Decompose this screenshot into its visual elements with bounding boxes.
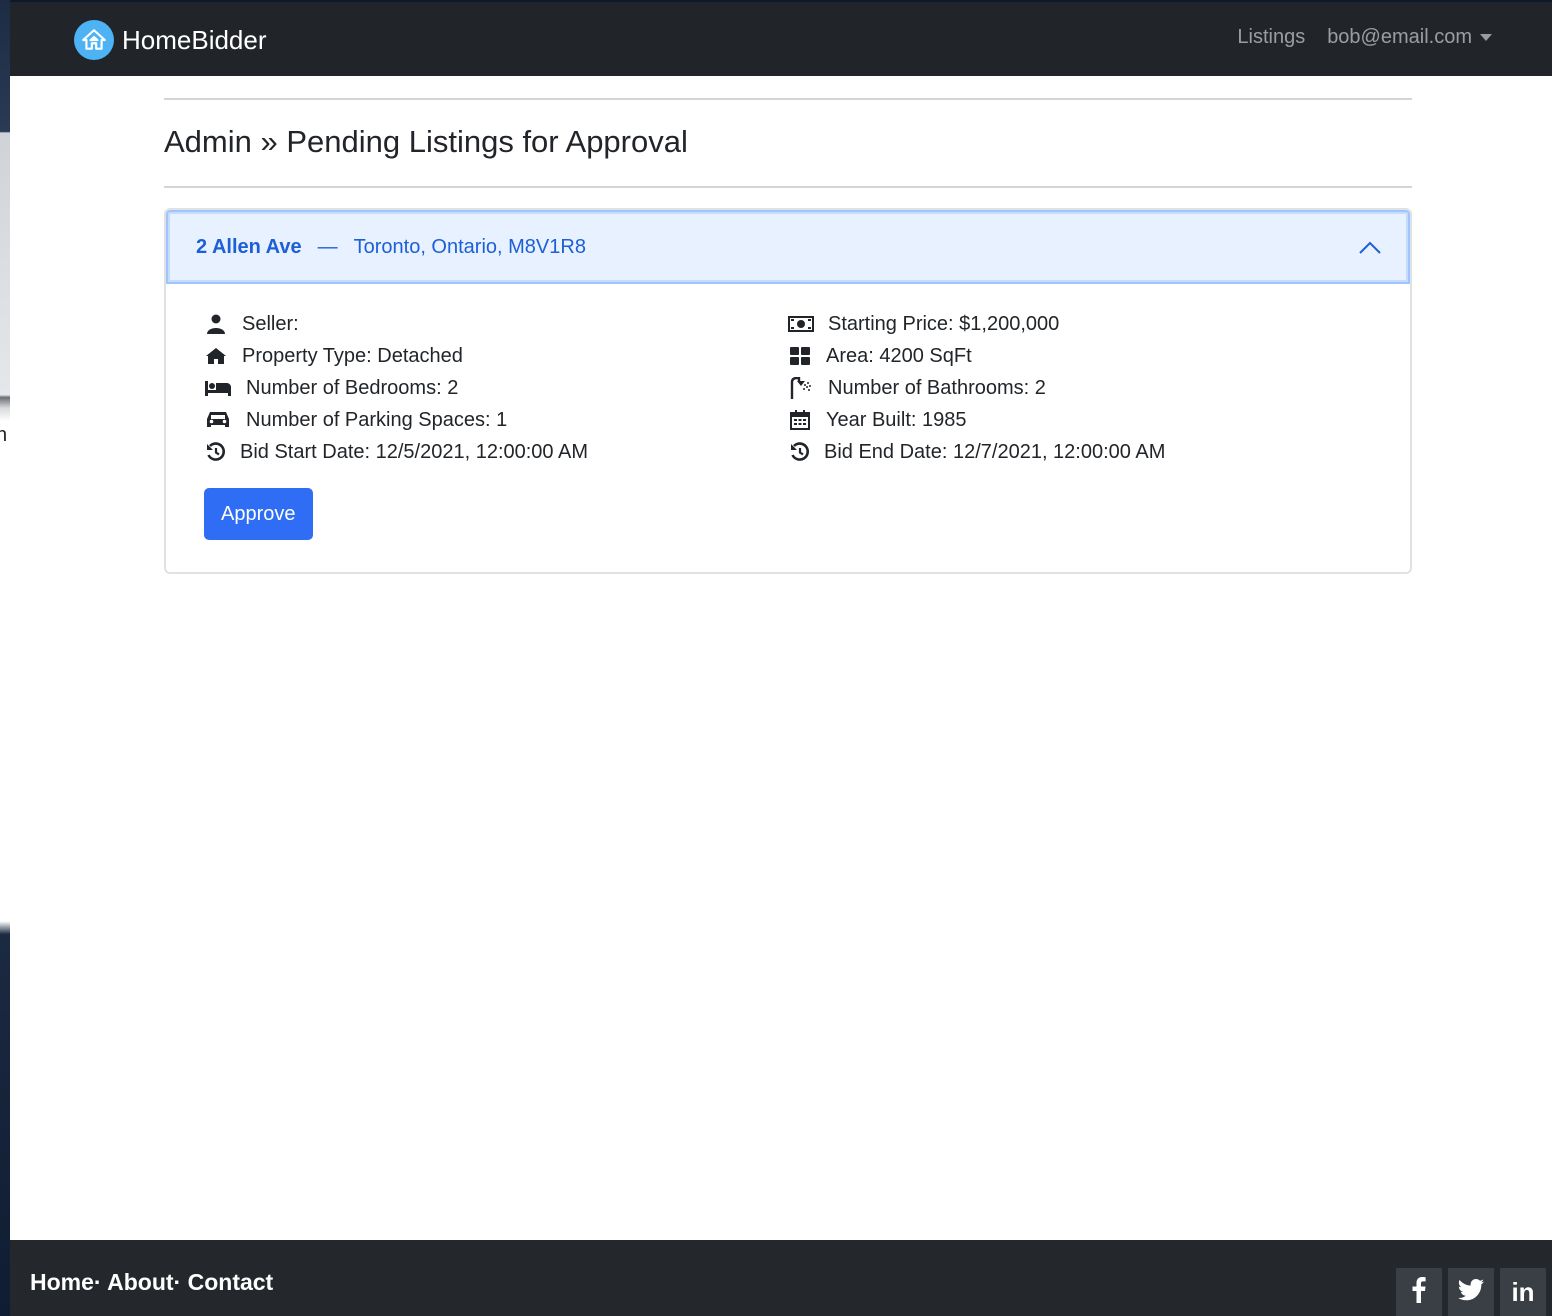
detail-text: Number of Bathrooms: 2 [828,376,1046,399]
background-window: n [0,0,10,1316]
facebook-icon [1412,1276,1426,1308]
footer-contact-link[interactable]: Contact [188,1269,274,1295]
background-text-fragment: n [0,424,8,446]
footer-separator: · [93,1269,102,1295]
footer: Home· About· Contact in [10,1240,1552,1316]
navbar: HomeBidder Listings bob@email.com [10,2,1552,76]
app-window: HomeBidder Listings bob@email.com Admin … [10,2,1552,1316]
detail-row-property-type: Property Type: Detached [204,340,788,372]
chevron-up-icon [1358,238,1382,261]
twitter-button[interactable] [1448,1268,1494,1316]
car-icon [204,408,232,432]
footer-about-link[interactable]: About [107,1269,173,1295]
brand-link[interactable]: HomeBidder [74,20,267,60]
detail-text: Bid Start Date: 12/5/2021, 12:00:00 AM [240,440,589,463]
calendar-icon [788,408,812,432]
detail-text: Number of Bedrooms: 2 [246,376,459,399]
linkedin-icon: in [1511,1276,1535,1307]
house-logo-icon [74,20,114,60]
listing-details: Seller: Property Type: Detached Number o… [166,284,1410,572]
detail-row-bathrooms: Number of Bathrooms: 2 [788,372,1372,404]
details-right-column: Starting Price: $1,200,000 Area: 4200 Sq… [788,308,1372,468]
detail-row-area: Area: 4200 SqFt [788,340,1372,372]
user-email: bob@email.com [1327,26,1472,48]
history-icon [788,440,812,464]
social-links: in [1396,1268,1546,1316]
detail-row-bedrooms: Number of Bedrooms: 2 [204,372,788,404]
detail-row-parking: Number of Parking Spaces: 1 [204,404,788,436]
divider-top [164,98,1412,100]
user-dropdown-toggle[interactable]: bob@email.com [1327,26,1492,49]
caret-down-icon [1480,34,1492,41]
nav-listings-link[interactable]: Listings [1237,26,1305,49]
listing-city: Toronto, Ontario, M8V1R8 [353,235,586,258]
grid-icon [788,344,812,368]
listing-dash: — [317,235,338,258]
shower-icon [788,376,814,400]
detail-text: Area: 4200 SqFt [826,344,972,367]
detail-text: Property Type: Detached [242,344,463,367]
linkedin-button[interactable]: in [1500,1268,1546,1316]
detail-row-seller: Seller: [204,308,788,340]
footer-separator: · [173,1269,182,1295]
listing-accordion: 2 Allen Ave — Toronto, Ontario, M8V1R8 S… [164,208,1412,574]
detail-row-year-built: Year Built: 1985 [788,404,1372,436]
history-icon [204,440,228,464]
user-icon [204,312,228,336]
footer-links: Home· About· Contact [30,1269,273,1296]
money-bill-icon [788,312,814,336]
detail-row-bid-start: Bid Start Date: 12/5/2021, 12:00:00 AM [204,436,788,468]
brand-name: HomeBidder [122,25,267,55]
details-left-column: Seller: Property Type: Detached Number o… [204,308,788,468]
detail-text: Number of Parking Spaces: 1 [246,408,508,431]
detail-row-bid-end: Bid End Date: 12/7/2021, 12:00:00 AM [788,436,1372,468]
nav-right: Listings bob@email.com [1237,26,1492,49]
page-title: Admin » Pending Listings for Approval [164,124,688,159]
listing-street: 2 Allen Ave [196,235,302,258]
listing-accordion-header[interactable]: 2 Allen Ave — Toronto, Ontario, M8V1R8 [166,210,1410,284]
bed-icon [204,376,232,400]
facebook-button[interactable] [1396,1268,1442,1316]
detail-text: Starting Price: $1,200,000 [828,312,1060,335]
divider-bottom [164,186,1412,188]
home-icon [204,344,228,368]
twitter-icon [1458,1278,1484,1306]
detail-row-starting-price: Starting Price: $1,200,000 [788,308,1372,340]
detail-text: Seller: [242,312,299,335]
detail-text: Year Built: 1985 [826,408,967,431]
main-content: Admin » Pending Listings for Approval 2 … [164,98,1412,574]
detail-text: Bid End Date: 12/7/2021, 12:00:00 AM [824,440,1166,463]
footer-home-link[interactable]: Home [30,1269,94,1295]
approve-button[interactable]: Approve [204,488,313,540]
